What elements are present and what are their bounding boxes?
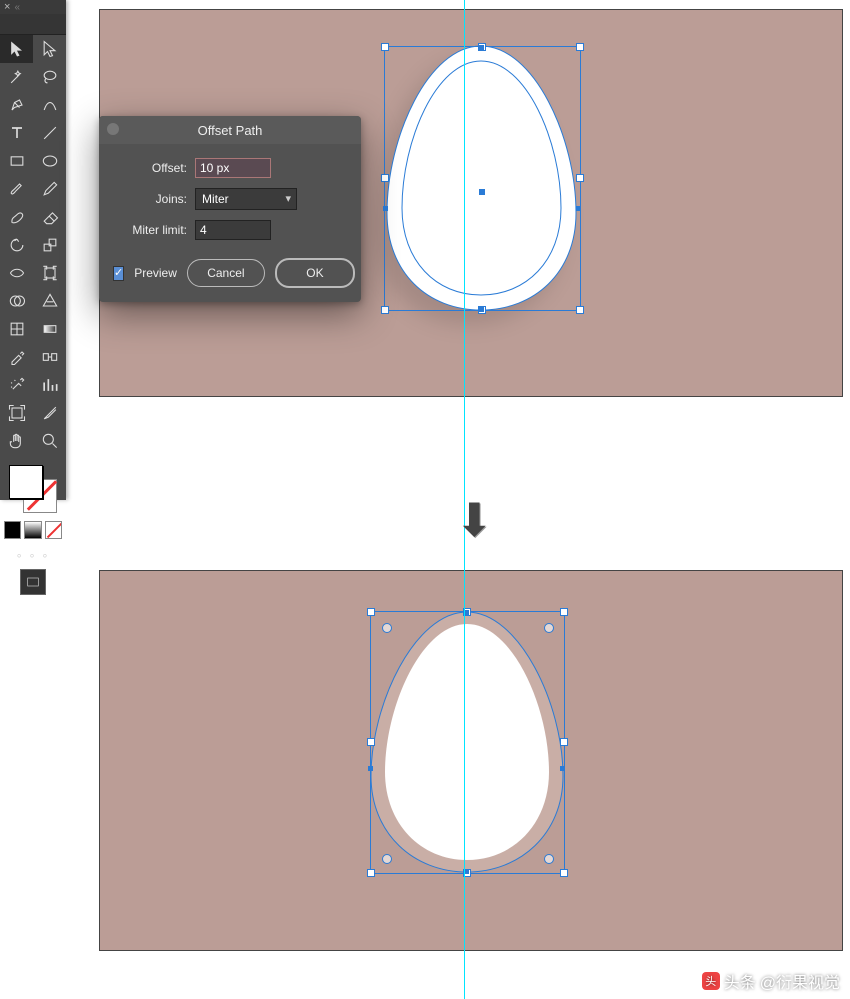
free-transform-tool[interactable] bbox=[33, 259, 66, 287]
live-corner-br[interactable] bbox=[544, 854, 554, 864]
ok-button[interactable]: OK bbox=[275, 258, 355, 288]
arrow-down-icon: ⬇ bbox=[455, 497, 494, 543]
live-corner-tr[interactable] bbox=[544, 623, 554, 633]
blob-brush-tool[interactable] bbox=[0, 203, 33, 231]
magic-wand-tool[interactable] bbox=[0, 63, 33, 91]
h2-ml[interactable] bbox=[367, 738, 375, 746]
tool-grid bbox=[0, 35, 66, 455]
fill-swatch[interactable] bbox=[9, 465, 43, 499]
draw-mode-buttons[interactable]: ◦ ◦ ◦ bbox=[4, 545, 62, 563]
live-corner-bl[interactable] bbox=[382, 854, 392, 864]
h2-mr[interactable] bbox=[560, 738, 568, 746]
width-tool[interactable] bbox=[0, 259, 33, 287]
gradient-tool[interactable] bbox=[33, 315, 66, 343]
column-graph-tool[interactable] bbox=[33, 371, 66, 399]
watermark-handle: @衍果视觉 bbox=[760, 969, 840, 993]
pen-tool[interactable] bbox=[0, 91, 33, 119]
h2-tr[interactable] bbox=[560, 608, 568, 616]
screen-mode-button[interactable] bbox=[20, 569, 46, 595]
zoom-tool[interactable] bbox=[33, 427, 66, 455]
artboard-tool[interactable] bbox=[0, 399, 33, 427]
handle-bl[interactable] bbox=[381, 306, 389, 314]
paintbrush-tool[interactable] bbox=[0, 175, 33, 203]
selection-tool[interactable] bbox=[0, 35, 33, 63]
slice-tool[interactable] bbox=[33, 399, 66, 427]
miter-label: Miter limit: bbox=[113, 223, 195, 237]
curvature-tool[interactable] bbox=[33, 91, 66, 119]
eyedropper-tool[interactable] bbox=[0, 343, 33, 371]
blend-tool[interactable] bbox=[33, 343, 66, 371]
ellipse-tool[interactable] bbox=[33, 147, 66, 175]
watermark-icon: 头 bbox=[702, 972, 720, 990]
selection-bounding-box[interactable] bbox=[384, 46, 581, 311]
color-mode-gradient[interactable] bbox=[24, 521, 41, 539]
panel-tabbar bbox=[0, 14, 66, 35]
a2-left[interactable] bbox=[368, 766, 373, 771]
rotate-tool[interactable] bbox=[0, 231, 33, 259]
anchor-bottom[interactable] bbox=[479, 307, 484, 312]
handle-tr[interactable] bbox=[576, 43, 584, 51]
anchor-right[interactable] bbox=[576, 206, 581, 211]
a2-right[interactable] bbox=[560, 766, 565, 771]
dialog-close-icon[interactable] bbox=[107, 123, 119, 135]
direct-selection-tool[interactable] bbox=[33, 35, 66, 63]
symbol-sprayer-tool[interactable] bbox=[0, 371, 33, 399]
page: ⬇ × « bbox=[0, 0, 850, 999]
color-mode-none[interactable] bbox=[45, 521, 62, 539]
h2-bl[interactable] bbox=[367, 869, 375, 877]
anchor-left[interactable] bbox=[383, 206, 388, 211]
color-mode-solid[interactable] bbox=[4, 521, 21, 539]
perspective-tool[interactable] bbox=[33, 287, 66, 315]
watermark: 头 头条 @衍果视觉 bbox=[702, 969, 840, 993]
handle-br[interactable] bbox=[576, 306, 584, 314]
pencil-tool[interactable] bbox=[33, 175, 66, 203]
anchor-top[interactable] bbox=[479, 45, 484, 50]
fill-stroke-indicator[interactable] bbox=[9, 465, 57, 513]
live-corner-tl[interactable] bbox=[382, 623, 392, 633]
selection-bounding-box-2[interactable] bbox=[370, 611, 565, 874]
dialog-title: Offset Path bbox=[198, 123, 263, 138]
preview-checkbox[interactable]: ✓ bbox=[113, 266, 124, 281]
eraser-tool[interactable] bbox=[33, 203, 66, 231]
cancel-button[interactable]: Cancel bbox=[187, 259, 265, 287]
watermark-prefix: 头条 bbox=[724, 969, 756, 993]
swatch-area: ◦ ◦ ◦ bbox=[0, 455, 66, 605]
tools-panel: × « bbox=[0, 0, 66, 500]
joins-select[interactable]: Miter bbox=[195, 188, 297, 210]
scale-tool[interactable] bbox=[33, 231, 66, 259]
offset-path-dialog: Offset Path Offset: Joins: Miter Miter l… bbox=[99, 116, 361, 302]
preview-label: Preview bbox=[134, 266, 177, 280]
type-tool[interactable] bbox=[0, 119, 33, 147]
panel-header[interactable]: × « bbox=[0, 0, 66, 14]
miter-input[interactable] bbox=[195, 220, 271, 240]
hand-tool[interactable] bbox=[0, 427, 33, 455]
line-tool[interactable] bbox=[33, 119, 66, 147]
h2-tl[interactable] bbox=[367, 608, 375, 616]
center-point[interactable] bbox=[479, 189, 485, 195]
h2-br[interactable] bbox=[560, 869, 568, 877]
lasso-tool[interactable] bbox=[33, 63, 66, 91]
offset-input[interactable] bbox=[195, 158, 271, 178]
shape-builder-tool[interactable] bbox=[0, 287, 33, 315]
offset-label: Offset: bbox=[113, 161, 195, 175]
dialog-titlebar[interactable]: Offset Path bbox=[99, 116, 361, 144]
artboard-bottom[interactable] bbox=[99, 570, 843, 951]
panel-close-icon[interactable]: × bbox=[4, 2, 10, 13]
handle-ml[interactable] bbox=[381, 174, 389, 182]
joins-value: Miter bbox=[202, 192, 229, 206]
mesh-tool[interactable] bbox=[0, 315, 33, 343]
panel-chevron-icon[interactable]: « bbox=[14, 2, 20, 13]
handle-tl[interactable] bbox=[381, 43, 389, 51]
rectangle-tool[interactable] bbox=[0, 147, 33, 175]
joins-label: Joins: bbox=[113, 192, 195, 206]
handle-mr[interactable] bbox=[576, 174, 584, 182]
